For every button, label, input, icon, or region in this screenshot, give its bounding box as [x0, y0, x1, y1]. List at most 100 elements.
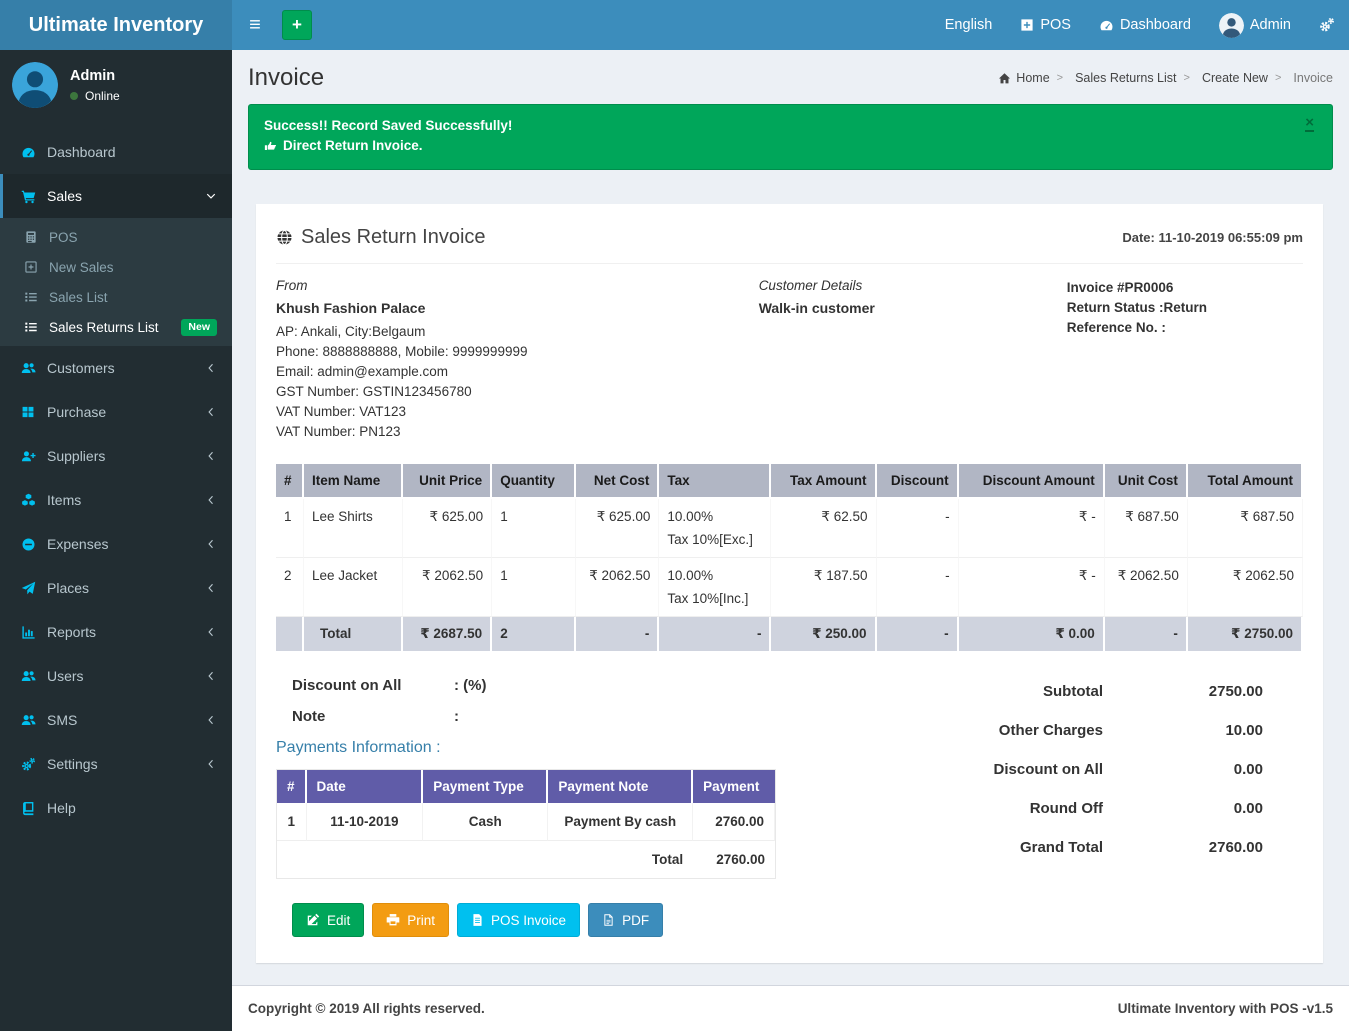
sidebar-item-label: Suppliers	[47, 448, 105, 464]
sidebar-menu: Dashboard Sales POS New Sales Sales List	[0, 130, 232, 830]
breadcrumb-home[interactable]: Home	[998, 71, 1049, 85]
cell-net-cost: ₹ 2062.50	[576, 558, 659, 617]
invoice-meta-block: Invoice #PR0006 Return Status :Return Re…	[1067, 278, 1303, 442]
sidebar-user-panel: Admin Online	[0, 50, 232, 122]
from-block: From Khush Fashion Palace AP: Ankali, Ci…	[276, 278, 759, 442]
chevron-left-icon	[205, 582, 217, 594]
sidebar-item-dashboard[interactable]: Dashboard	[0, 130, 232, 174]
col-net-cost: Net Cost	[576, 464, 659, 499]
sidebar-item-sales-list[interactable]: Sales List	[0, 282, 232, 312]
payments-row: 1 11-10-2019 Cash Payment By cash 2760.0…	[277, 803, 775, 841]
print-button[interactable]: Print	[372, 903, 449, 937]
content-wrapper: Invoice Home Sales Returns List Create N…	[232, 0, 1349, 1031]
pos-invoice-button[interactable]: POS Invoice	[457, 903, 580, 937]
breadcrumb-create-new[interactable]: Create New	[1177, 71, 1268, 85]
sidebar-item-suppliers[interactable]: Suppliers	[0, 434, 232, 478]
pos-invoice-button-label: POS Invoice	[491, 913, 566, 928]
cell-pay-type: Cash	[423, 803, 548, 841]
note-row: Note :	[292, 708, 915, 725]
payments-header-row: # Date Payment Type Payment Note Payment	[277, 770, 775, 803]
return-status: Return Status :Return	[1067, 298, 1303, 318]
sidebar-item-pos[interactable]: POS	[0, 222, 232, 252]
breadcrumb-invoice: Invoice	[1268, 71, 1333, 85]
invoice-bottom-left: Discount on All : (%) Note : Payments In…	[276, 677, 915, 937]
brand-logo[interactable]: Ultimate Inventory	[0, 0, 232, 50]
sales-submenu: POS New Sales Sales List Sales Returns L…	[0, 218, 232, 346]
sidebar-item-sales[interactable]: Sales	[0, 174, 232, 218]
language-label: English	[945, 17, 993, 33]
cell-item-name: Lee Shirts	[304, 499, 403, 558]
sales-submenu-wrap: POS New Sales Sales List Sales Returns L…	[0, 218, 232, 346]
sidebar-item-label: Sales	[47, 188, 82, 204]
sidebar-item-places[interactable]: Places	[0, 566, 232, 610]
breadcrumb-sales-returns-list[interactable]: Sales Returns List	[1050, 71, 1177, 85]
discount-on-all-label: Discount on All	[292, 677, 454, 694]
sidebar-item-settings[interactable]: Settings	[0, 742, 232, 786]
edit-button-label: Edit	[327, 913, 350, 928]
settings-menu[interactable]	[1305, 0, 1349, 50]
users-icon	[18, 669, 38, 684]
invoice-title-row: Sales Return Invoice	[276, 226, 486, 249]
footer: Copyright © 2019 All rights reserved. Ul…	[232, 985, 1349, 1031]
tax-detail: Tax 10%[Inc.]	[667, 591, 762, 606]
customer-block: Customer Details Walk-in customer	[759, 278, 1067, 442]
user-menu[interactable]: Admin	[1205, 0, 1305, 50]
alert-link[interactable]: Direct Return Invoice.	[283, 136, 423, 156]
cell-tax-amount: ₹ 187.50	[771, 558, 876, 617]
note-label: Note	[292, 708, 454, 725]
edit-button[interactable]: Edit	[292, 903, 364, 937]
chevron-left-icon	[205, 494, 217, 506]
customer-name: Walk-in customer	[759, 300, 1067, 316]
summary-row-discount: Discount on All 0.00	[915, 761, 1263, 778]
sidebar-item-help[interactable]: Help	[0, 786, 232, 830]
items-header-row: # Item Name Unit Price Quantity Net Cost…	[276, 464, 1303, 499]
close-icon[interactable]: ×	[1305, 115, 1314, 132]
total-label: Total	[304, 617, 403, 651]
col-pay-amount: Payment	[693, 770, 775, 803]
printer-icon	[386, 913, 400, 927]
chevron-left-icon	[205, 626, 217, 638]
col-num: #	[276, 464, 304, 499]
cell-num: 1	[276, 499, 304, 558]
book-icon	[18, 801, 38, 816]
language-menu[interactable]: English	[931, 0, 1007, 50]
sidebar-item-sales-returns-list[interactable]: Sales Returns List New	[0, 312, 232, 342]
col-pay-date: Date	[307, 770, 424, 803]
online-status-label: Online	[85, 89, 120, 103]
chevron-left-icon	[205, 362, 217, 374]
nav-dashboard-link[interactable]: Dashboard	[1085, 0, 1205, 50]
menu-toggle-icon[interactable]: ≡	[232, 0, 278, 50]
sidebar-item-customers[interactable]: Customers	[0, 346, 232, 390]
nav-pos-link[interactable]: POS	[1006, 0, 1085, 50]
invoice-info-row: From Khush Fashion Palace AP: Ankali, Ci…	[276, 278, 1303, 442]
avatar	[12, 62, 58, 108]
cell-total-amount: ₹ 687.50	[1188, 499, 1303, 558]
sidebar-item-new-sales[interactable]: New Sales	[0, 252, 232, 282]
items-row: 2 Lee Jacket ₹ 2062.50 1 ₹ 2062.50 10.00…	[276, 558, 1303, 617]
payments-total-label: Total	[277, 841, 693, 878]
sidebar-item-reports[interactable]: Reports	[0, 610, 232, 654]
grand-total-label: Grand Total	[915, 839, 1103, 856]
new-badge: New	[181, 319, 217, 336]
payments-total-value: 2760.00	[693, 841, 775, 878]
invoice-number: Invoice #PR0006	[1067, 278, 1303, 298]
sidebar-item-label: Help	[47, 800, 76, 816]
total-unit-price: ₹ 2687.50	[403, 617, 492, 651]
sidebar-item-users[interactable]: Users	[0, 654, 232, 698]
sidebar-item-sms[interactable]: SMS	[0, 698, 232, 742]
col-discount-amount: Discount Amount	[959, 464, 1105, 499]
sidebar-item-purchase[interactable]: Purchase	[0, 390, 232, 434]
reference-no: Reference No. :	[1067, 318, 1303, 338]
col-item-name: Item Name	[304, 464, 403, 499]
breadcrumb-label: Sales Returns List	[1075, 71, 1176, 85]
chevron-left-icon	[205, 758, 217, 770]
sidebar-item-expenses[interactable]: Expenses	[0, 522, 232, 566]
sidebar-item-items[interactable]: Items	[0, 478, 232, 522]
round-off-value: 0.00	[1103, 800, 1263, 817]
quick-add-button[interactable]: +	[282, 10, 312, 40]
pdf-button[interactable]: PDF	[588, 903, 663, 937]
col-pay-note: Payment Note	[548, 770, 693, 803]
chevron-left-icon	[205, 714, 217, 726]
company-gst: GST Number: GSTIN123456780	[276, 382, 759, 402]
success-alert: Success!! Record Saved Successfully! Dir…	[248, 104, 1333, 170]
